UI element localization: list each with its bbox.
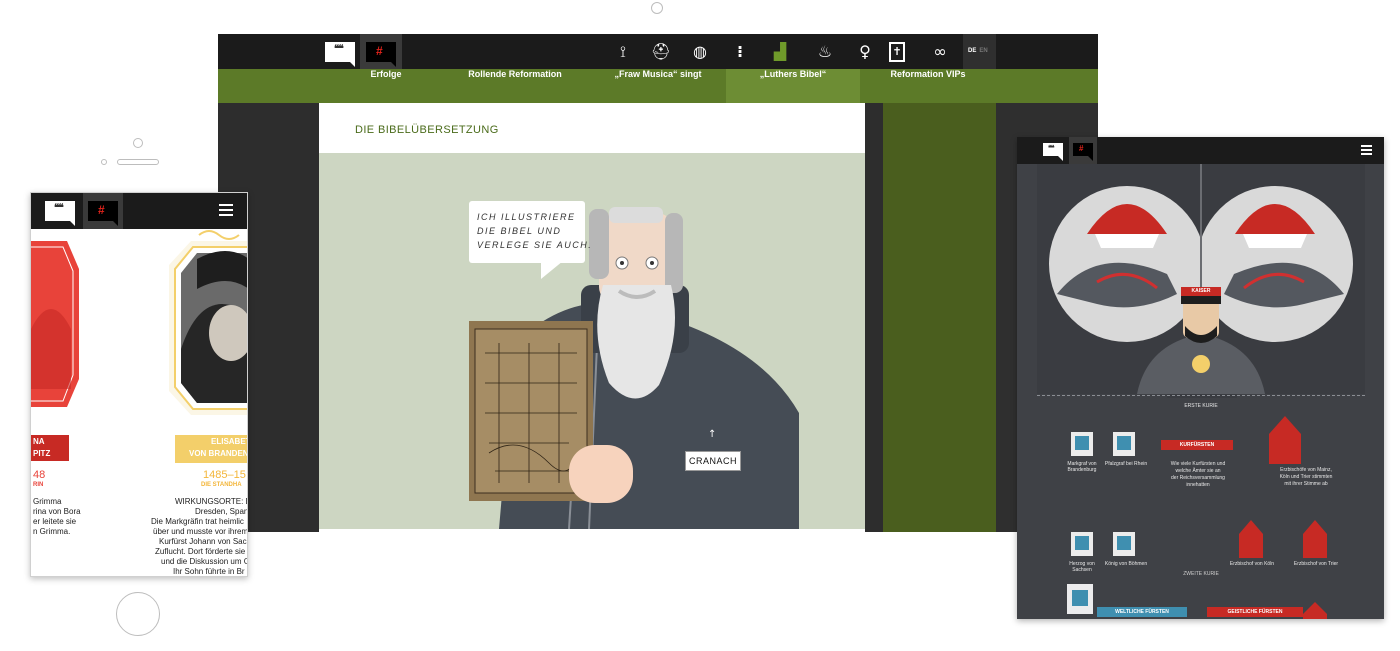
left-text-line-2: rina von Bora: [33, 507, 81, 516]
top-circle-decoration: [651, 2, 663, 14]
cranach-figure: [469, 207, 799, 529]
left-person-years: 48: [33, 469, 46, 481]
mobile-speaker-slot: [117, 159, 159, 165]
archbishops-desc-2: Köln und Trier stimmten: [1279, 474, 1333, 480]
right-text-line-4: über und musste vor ihrem: [153, 527, 248, 536]
red-label-trier: Erzbischof von Trier: [1293, 561, 1339, 567]
right-text-line-6: Zuflucht. Dort förderte sie: [155, 547, 246, 556]
imperial-eagle-illustration: [1037, 164, 1365, 619]
bible-icon[interactable]: ✝: [889, 42, 905, 62]
kurfuersten-banner: KURFÜRSTEN: [1161, 440, 1233, 450]
tablet-topbar: ❝❝ #: [1017, 137, 1384, 164]
mobile-topbar: ❝❝ #: [31, 193, 247, 229]
tab-fraw-musica[interactable]: „Fraw Musica“ singt: [598, 69, 718, 103]
speech-line-3: VERLEGE SIE AUCH.: [477, 240, 593, 250]
right-text-line-3: Die Markgräfin trat heimlic: [151, 517, 244, 526]
right-person-role: DIE STANDHA: [201, 482, 242, 488]
tab-luthers-bibel[interactable]: „Luthers Bibel“: [726, 69, 860, 103]
left-text-line-3: er leitete sie: [33, 517, 77, 526]
label-arrow-icon: ↑: [708, 429, 717, 440]
left-person-name-bottom: PITZ: [33, 449, 51, 458]
hash-logo-icon[interactable]: #: [1073, 143, 1093, 161]
divider: [1037, 395, 1365, 396]
weltliche-fuersten-banner: WELTLICHE FÜRSTEN: [1097, 607, 1187, 617]
footsteps-icon[interactable]: ⁝: [728, 40, 752, 64]
language-switch[interactable]: DE EN: [963, 34, 996, 69]
right-person-name-bottom: VON BRANDEN: [189, 449, 248, 458]
tile-label-pfalzgraf: Pfalzgraf bei Rhein: [1104, 461, 1148, 467]
fish-icon[interactable]: ∞: [928, 40, 952, 64]
right-text-line-7: und die Diskussion um G: [161, 557, 248, 566]
desktop-side-panel: [883, 103, 996, 532]
tile-label-sachsen: Herzog von Sachsen: [1069, 561, 1095, 573]
right-text-line-1: WIRKUNGSORTE: Bra: [175, 497, 247, 506]
right-person-name-top: ELISABET: [211, 437, 248, 446]
mobile-sensor-dot: [101, 159, 107, 165]
bible-translation-card: DIE BIBELÜBERSETZUNG ICH ILLUSTRIERE DIE…: [319, 103, 865, 532]
section-zweite-kurie: ZWEITE KURIE: [1183, 571, 1219, 577]
red-label-koeln: Erzbischof von Köln: [1229, 561, 1275, 567]
tile-label-boehmen: König von Böhmen: [1104, 561, 1148, 567]
kaiser-banner: KAISER: [1181, 287, 1221, 296]
lang-de[interactable]: DE: [968, 48, 976, 54]
desktop-topbar: ❝❝ # ⟟ ⛑ ◍ ⁝ ▟ ♨ ♀ ✝ ∞ DE EN: [218, 34, 1098, 69]
tile-label-brandenburg: Markgraf von Brandenburg: [1067, 461, 1097, 473]
mobile-screen: ❝❝ # NA PITZ 48 RIN Grimma rina von Bora…: [30, 192, 248, 577]
menu-hamburger-icon[interactable]: [1361, 145, 1373, 155]
cranach-name-label: CRANACH: [685, 451, 741, 471]
page-title: DIE BIBELÜBERSETZUNG: [355, 124, 499, 136]
fire-book-icon[interactable]: ♨: [813, 40, 837, 64]
left-text-line-4: n Grimma.: [33, 527, 71, 536]
kurfuersten-desc-4: innehatten: [1186, 482, 1210, 488]
desktop-screen: ❝❝ # ⟟ ⛑ ◍ ⁝ ▟ ♨ ♀ ✝ ∞ DE EN Erfolge Roll…: [218, 34, 1098, 532]
left-text-line-1: Grimma: [33, 497, 62, 506]
monk-figure-icon[interactable]: ⛑: [649, 40, 673, 64]
kurfuersten-desc-3: der Reichsversammlung: [1171, 475, 1225, 481]
quote-logo-icon[interactable]: ❝❝: [45, 201, 75, 226]
cranach-illustration-scene: ICH ILLUSTRIERE DIE BIBEL UND VERLEGE SI…: [319, 153, 865, 529]
tab-reformation-vips[interactable]: Reformation VIPs: [878, 69, 978, 103]
left-person-name-top: NA: [33, 437, 45, 446]
hash-logo-icon[interactable]: #: [88, 201, 118, 226]
left-person-role: RIN: [33, 482, 44, 488]
quote-logo-icon[interactable]: ❝❝: [1043, 143, 1063, 161]
menu-hamburger-icon[interactable]: [219, 203, 235, 219]
tablet-screen: ❝❝ # KAISER ERSTE KURIE KURFÜRSTEN Wie v…: [1017, 137, 1384, 619]
boot-icon[interactable]: ▟: [768, 40, 792, 64]
right-text-line-8: Ihr Sohn führte in Br: [173, 567, 245, 576]
globe-icon[interactable]: ◍: [688, 40, 712, 64]
tab-erfolge[interactable]: Erfolge: [336, 69, 436, 103]
speech-line-1: ICH ILLUSTRIERE: [477, 212, 576, 222]
geistliche-fuersten-banner: GEISTLICHE FÜRSTEN: [1207, 607, 1303, 617]
kurfuersten-desc-2: welche Ämter sie an: [1175, 468, 1221, 474]
right-text-line-2: Dresden, Span: [195, 507, 248, 516]
route-icon[interactable]: ⟟: [611, 40, 635, 64]
right-person-years: 1485–15: [203, 469, 246, 481]
mobile-camera-circle: [133, 138, 143, 148]
hash-logo-icon[interactable]: #: [366, 42, 396, 67]
tab-rollende-reformation[interactable]: Rollende Reformation: [458, 69, 572, 103]
kurfuersten-desc-1: Wie viele Kurfürsten und: [1170, 461, 1226, 467]
lang-en[interactable]: EN: [979, 48, 987, 54]
quote-logo-icon[interactable]: ❝❝: [325, 42, 355, 67]
female-icon[interactable]: ♀: [853, 40, 877, 64]
mobile-home-button[interactable]: [116, 592, 160, 636]
right-text-line-5: Kurfürst Johann von Sachs: [159, 537, 248, 546]
desktop-tabbar: Erfolge Rollende Reformation „Fraw Music…: [218, 69, 1098, 103]
section-erste-kurie: ERSTE KURIE: [1184, 403, 1218, 409]
desktop-right-gutter: [865, 103, 883, 532]
archbishops-desc-1: Erzbischöfe von Mainz,: [1280, 467, 1332, 473]
speech-line-2: DIE BIBEL UND: [477, 226, 562, 236]
archbishops-desc-3: mit ihrer Stimme ab: [1284, 481, 1328, 487]
speech-bubble-tail: [541, 261, 563, 279]
